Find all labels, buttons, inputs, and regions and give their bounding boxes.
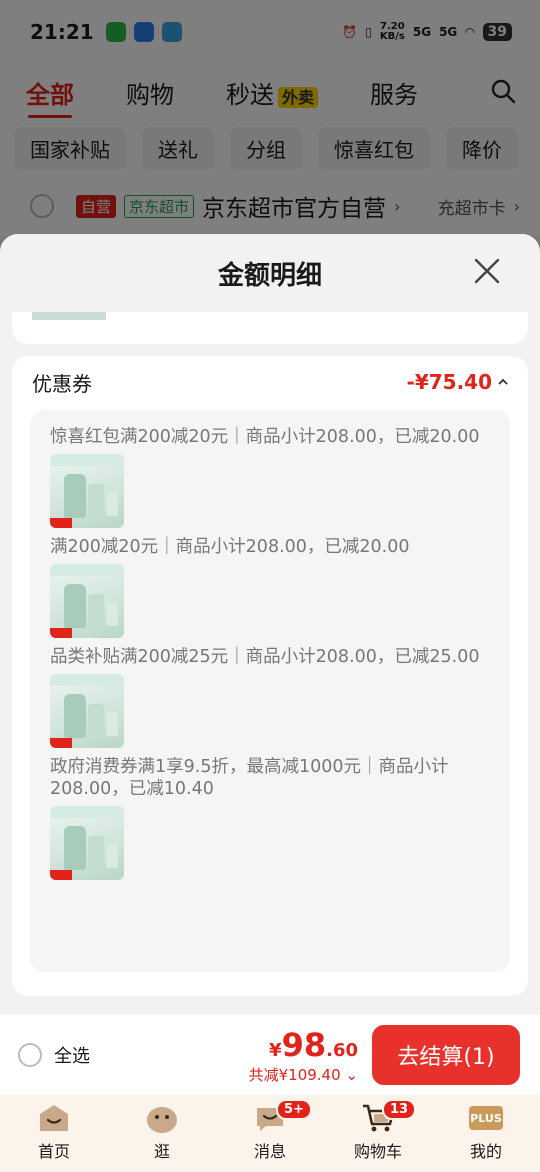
select-all-label[interactable]: 全选 xyxy=(54,1042,90,1068)
total-price: ¥98.60 xyxy=(269,1025,358,1064)
nav-label: 消息 xyxy=(253,1142,286,1161)
close-icon[interactable] xyxy=(472,256,502,286)
message-count-badge: 5+ xyxy=(276,1099,312,1120)
plus-member-icon: PLUS xyxy=(469,1106,503,1130)
coupon-desc: 满200减20元｜商品小计208.00，已减20.00 xyxy=(50,537,410,557)
discount-toggle[interactable]: 共减¥109.40 ⌄ xyxy=(249,1064,358,1085)
nav-cart[interactable]: 购物车 13 xyxy=(324,1095,432,1172)
nav-label: 购物车 xyxy=(353,1142,402,1161)
coupon-desc: 政府消费券满1享9.5折，最高减1000元｜商品小计208.00，已减10.40 xyxy=(50,757,449,799)
sheet-title: 金额明细 xyxy=(217,260,322,291)
bottom-nav: 首页 逛 消息 5+ 购物车 13 PLUS 我的 xyxy=(0,1095,540,1172)
home-icon xyxy=(40,1105,68,1131)
coupon-amount: -¥75.40 xyxy=(406,370,492,394)
product-thumbnail[interactable] xyxy=(50,806,124,880)
cart-count-badge: 13 xyxy=(382,1099,417,1120)
coupon-item: 满200减20元｜商品小计208.00，已减20.00 xyxy=(50,536,490,638)
coupon-desc: 惊喜红包满200减20元｜商品小计208.00，已减20.00 xyxy=(50,427,480,447)
nav-me[interactable]: PLUS 我的 xyxy=(432,1095,540,1172)
product-thumbnail-peek xyxy=(32,312,106,320)
coupon-card: 优惠券 -¥75.40 惊喜红包满200减20元｜商品小计208.00，已减20… xyxy=(12,356,528,996)
explore-icon xyxy=(147,1107,177,1133)
chevron-up-icon[interactable] xyxy=(496,375,510,389)
nav-home[interactable]: 首页 xyxy=(0,1095,108,1172)
product-thumbnail[interactable] xyxy=(50,674,124,748)
chevron-down-icon: ⌄ xyxy=(345,1065,358,1084)
checkout-button[interactable]: 去结算(1) xyxy=(372,1025,520,1085)
product-thumbnail[interactable] xyxy=(50,454,124,528)
coupon-list: 惊喜红包满200减20元｜商品小计208.00，已减20.00 满200减20元… xyxy=(30,410,510,972)
sheet-header: 金额明细 xyxy=(0,234,540,312)
coupon-item: 惊喜红包满200减20元｜商品小计208.00，已减20.00 xyxy=(50,426,490,528)
nav-explore[interactable]: 逛 xyxy=(108,1095,216,1172)
coupon-item: 政府消费券满1享9.5折，最高减1000元｜商品小计208.00，已减10.40 xyxy=(50,756,490,880)
checkout-bar: 全选 ¥98.60 共减¥109.40 ⌄ 去结算(1) xyxy=(0,1015,540,1095)
nav-messages[interactable]: 消息 5+ xyxy=(216,1095,324,1172)
nav-label: 逛 xyxy=(153,1142,170,1161)
product-thumbnail[interactable] xyxy=(50,564,124,638)
total-area: ¥98.60 共减¥109.40 ⌄ xyxy=(249,1026,358,1085)
amount-detail-sheet: 金额明细 优惠券 -¥75.40 惊喜红包满200减20元｜商品小计208.00… xyxy=(0,234,540,1015)
coupon-header[interactable]: 优惠券 -¥75.40 xyxy=(12,356,528,408)
coupon-desc: 品类补贴满200减25元｜商品小计208.00，已减25.00 xyxy=(50,647,480,667)
nav-label: 首页 xyxy=(37,1142,70,1161)
nav-label: 我的 xyxy=(469,1142,502,1161)
previous-card-bottom xyxy=(12,312,528,344)
select-all-radio[interactable] xyxy=(18,1043,42,1067)
coupon-item: 品类补贴满200减25元｜商品小计208.00，已减25.00 xyxy=(50,646,490,748)
coupon-title: 优惠券 xyxy=(32,371,92,396)
